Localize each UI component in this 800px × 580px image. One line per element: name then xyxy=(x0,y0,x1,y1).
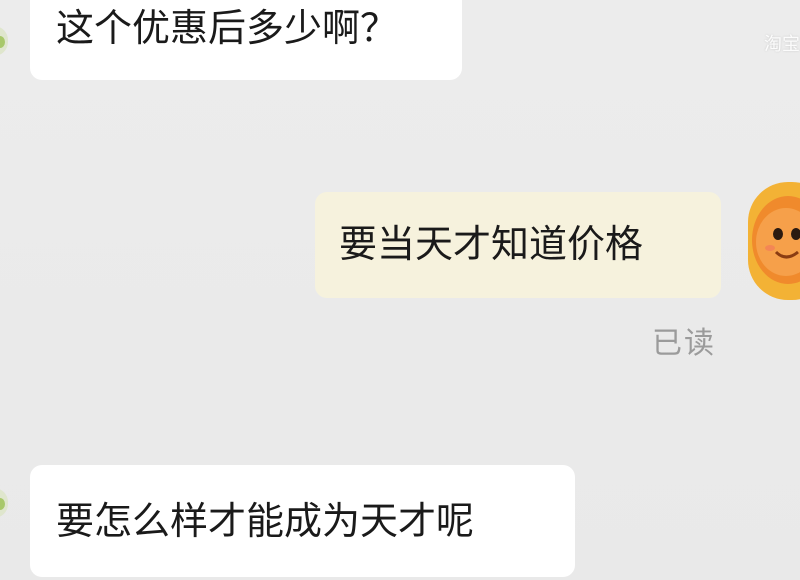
message-text: 要怎么样才能成为天才呢 xyxy=(56,499,475,543)
message-text: 这个优惠后多少啊？ xyxy=(56,6,399,50)
incoming-message-bubble[interactable]: 这个优惠后多少啊？ xyxy=(30,0,462,80)
outgoing-message-bubble[interactable]: 要当天才知道价格 xyxy=(315,192,721,298)
watermark: 淘宝 xyxy=(764,34,800,55)
mascot-face-icon xyxy=(752,196,800,284)
incoming-message-bubble[interactable]: 要怎么样才能成为天才呢 xyxy=(30,465,575,577)
mascot-avatar-icon[interactable] xyxy=(748,182,800,300)
message-text: 要当天才知道价格 xyxy=(339,222,644,266)
user-avatar-icon[interactable] xyxy=(0,488,8,518)
chat-screen: 这个优惠后多少啊？ 淘宝 要当天才知道价格 已读 要怎么样才能成为天才呢 xyxy=(0,0,800,580)
user-avatar-icon[interactable] xyxy=(0,26,8,56)
read-status: 已读 xyxy=(652,326,716,361)
